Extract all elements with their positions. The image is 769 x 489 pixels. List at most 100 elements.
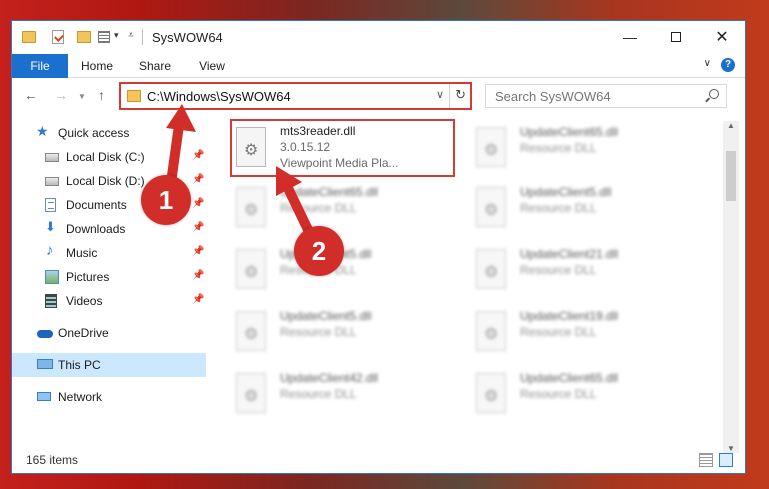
close-button[interactable]: ✕ — [699, 21, 745, 54]
minimize-button[interactable]: — — [607, 21, 653, 54]
downloads-icon — [45, 219, 59, 236]
file-name: UpdateClient5.dll — [280, 309, 372, 323]
maximize-button[interactable] — [653, 21, 699, 54]
scroll-up-icon[interactable]: ▲ — [727, 121, 735, 130]
window-title: SysWOW64 — [152, 30, 223, 45]
tab-share[interactable]: Share — [130, 54, 180, 78]
callout-badge-1: 1 — [141, 175, 191, 225]
details-view-icon[interactable] — [699, 453, 713, 467]
file-description: Viewpoint Media Pla... — [280, 156, 399, 170]
file-name: UpdateClient42.dll — [280, 371, 379, 385]
dll-file-icon — [236, 187, 266, 227]
tiles-view-icon[interactable] — [719, 453, 733, 467]
pin-icon[interactable]: 📌 — [192, 150, 204, 161]
sidebar-item-this-pc[interactable]: This PC — [12, 353, 206, 377]
file-name: mts3reader.dll — [280, 124, 356, 138]
file-tile[interactable]: mts3reader.dll 3.0.15.12 Viewpoint Media… — [230, 119, 455, 177]
pin-icon[interactable]: 📌 — [192, 174, 204, 185]
sidebar-item-local-disk-c[interactable]: Local Disk (C:) 📌 — [12, 145, 206, 169]
sidebar-item-pictures[interactable]: Pictures 📌 — [12, 265, 206, 289]
chevron-down-icon[interactable]: ∨ — [436, 88, 444, 101]
view-icon[interactable] — [98, 31, 110, 43]
forward-arrow-icon[interactable]: → — [54, 87, 68, 103]
file-name: UpdateClient65.dll — [520, 125, 619, 139]
sidebar-item-label: Pictures — [66, 270, 110, 284]
sidebar-item-onedrive[interactable]: OneDrive — [12, 321, 206, 345]
dll-file-icon — [476, 311, 506, 351]
search-icon[interactable] — [709, 89, 719, 99]
file-description: Resource DLL — [280, 325, 357, 339]
file-tile[interactable]: UpdateClient5.dll Resource DLL — [230, 303, 455, 361]
up-arrow-icon[interactable]: ↑ — [98, 87, 105, 103]
sidebar-item-music[interactable]: Music 📌 — [12, 241, 206, 265]
cloud-icon — [37, 326, 53, 340]
tab-view[interactable]: View — [187, 54, 237, 78]
file-description: Resource DLL — [520, 263, 597, 277]
address-bar[interactable]: C:\Windows\SysWOW64 ∨ ↻ — [119, 82, 472, 110]
file-description: Resource DLL — [280, 201, 357, 215]
drive-icon — [45, 177, 59, 186]
file-tile[interactable]: UpdateClient5.dll Resource DLL — [470, 179, 695, 237]
search-input[interactable] — [486, 85, 696, 107]
dll-file-icon — [476, 187, 506, 227]
pin-icon[interactable]: 📌 — [192, 246, 204, 257]
folder-icon — [127, 90, 141, 102]
dll-file-icon — [236, 373, 266, 413]
help-icon[interactable]: ? — [721, 58, 735, 72]
videos-icon — [45, 294, 57, 308]
file-name: UpdateClient5.dll — [520, 185, 612, 199]
item-count: 165 items — [26, 453, 79, 467]
scroll-thumb[interactable] — [726, 151, 736, 201]
back-arrow-icon[interactable]: ← — [24, 87, 38, 103]
sidebar-item-label: This PC — [58, 358, 101, 372]
callout-badge-2: 2 — [294, 226, 344, 276]
new-folder-icon[interactable] — [77, 31, 91, 43]
divider — [449, 84, 450, 108]
file-tile[interactable]: UpdateClient42.dll Resource DLL — [230, 365, 455, 423]
file-tile[interactable]: UpdateClient65.dll Resource DLL — [470, 119, 695, 177]
address-path[interactable]: C:\Windows\SysWOW64 — [147, 89, 291, 104]
network-icon — [37, 392, 51, 401]
divider — [142, 29, 143, 45]
folder-icon[interactable] — [22, 31, 36, 43]
dll-file-icon — [236, 127, 266, 167]
refresh-icon[interactable]: ↻ — [455, 87, 466, 103]
pin-icon[interactable]: 📌 — [192, 270, 204, 281]
sidebar-item-label: Quick access — [58, 126, 130, 140]
tab-file[interactable]: File — [12, 54, 68, 78]
status-bar: 165 items — [12, 449, 745, 473]
pin-icon[interactable]: 📌 — [192, 222, 204, 233]
file-name: UpdateClient19.dll — [520, 309, 619, 323]
file-tile[interactable]: UpdateClient65.dll Resource DLL — [230, 179, 455, 237]
file-description: Resource DLL — [520, 325, 597, 339]
dll-file-icon — [476, 373, 506, 413]
properties-icon[interactable] — [52, 30, 64, 44]
pictures-icon — [45, 270, 59, 284]
sidebar-item-label: Documents — [66, 198, 127, 212]
customize-toolbar-icon[interactable]: ⩡ — [128, 30, 134, 41]
recent-locations-icon[interactable]: ▼ — [78, 92, 86, 101]
file-tile[interactable]: UpdateClient19.dll Resource DLL — [470, 303, 695, 361]
search-box[interactable] — [485, 84, 727, 108]
vertical-scrollbar[interactable]: ▲ ▼ — [723, 121, 739, 453]
sidebar-item-videos[interactable]: Videos 📌 — [12, 289, 206, 313]
drive-icon — [45, 153, 59, 162]
pin-icon[interactable]: 📌 — [192, 198, 204, 209]
dll-file-icon — [476, 127, 506, 167]
file-tile[interactable]: UpdateClient65.dll Resource DLL — [470, 365, 695, 423]
chevron-down-icon[interactable]: ∨ — [704, 58, 711, 69]
ribbon: File Home Share View ∨ ? — [12, 54, 745, 78]
file-name: UpdateClient21.dll — [520, 247, 619, 261]
sidebar-item-quick-access[interactable]: Quick access — [12, 121, 206, 145]
star-icon — [36, 123, 51, 140]
tab-home[interactable]: Home — [72, 54, 122, 78]
file-description: Resource DLL — [520, 141, 597, 155]
file-version: 3.0.15.12 — [280, 140, 331, 154]
sidebar-item-label: Videos — [66, 294, 103, 308]
sidebar-item-network[interactable]: Network — [12, 385, 206, 409]
file-tile[interactable]: UpdateClient21.dll Resource DLL — [470, 241, 695, 299]
sidebar-item-label: Downloads — [66, 222, 126, 236]
sidebar-item-label: Music — [66, 246, 98, 260]
chevron-down-icon[interactable]: ▾ — [114, 30, 119, 41]
pin-icon[interactable]: 📌 — [192, 294, 204, 305]
